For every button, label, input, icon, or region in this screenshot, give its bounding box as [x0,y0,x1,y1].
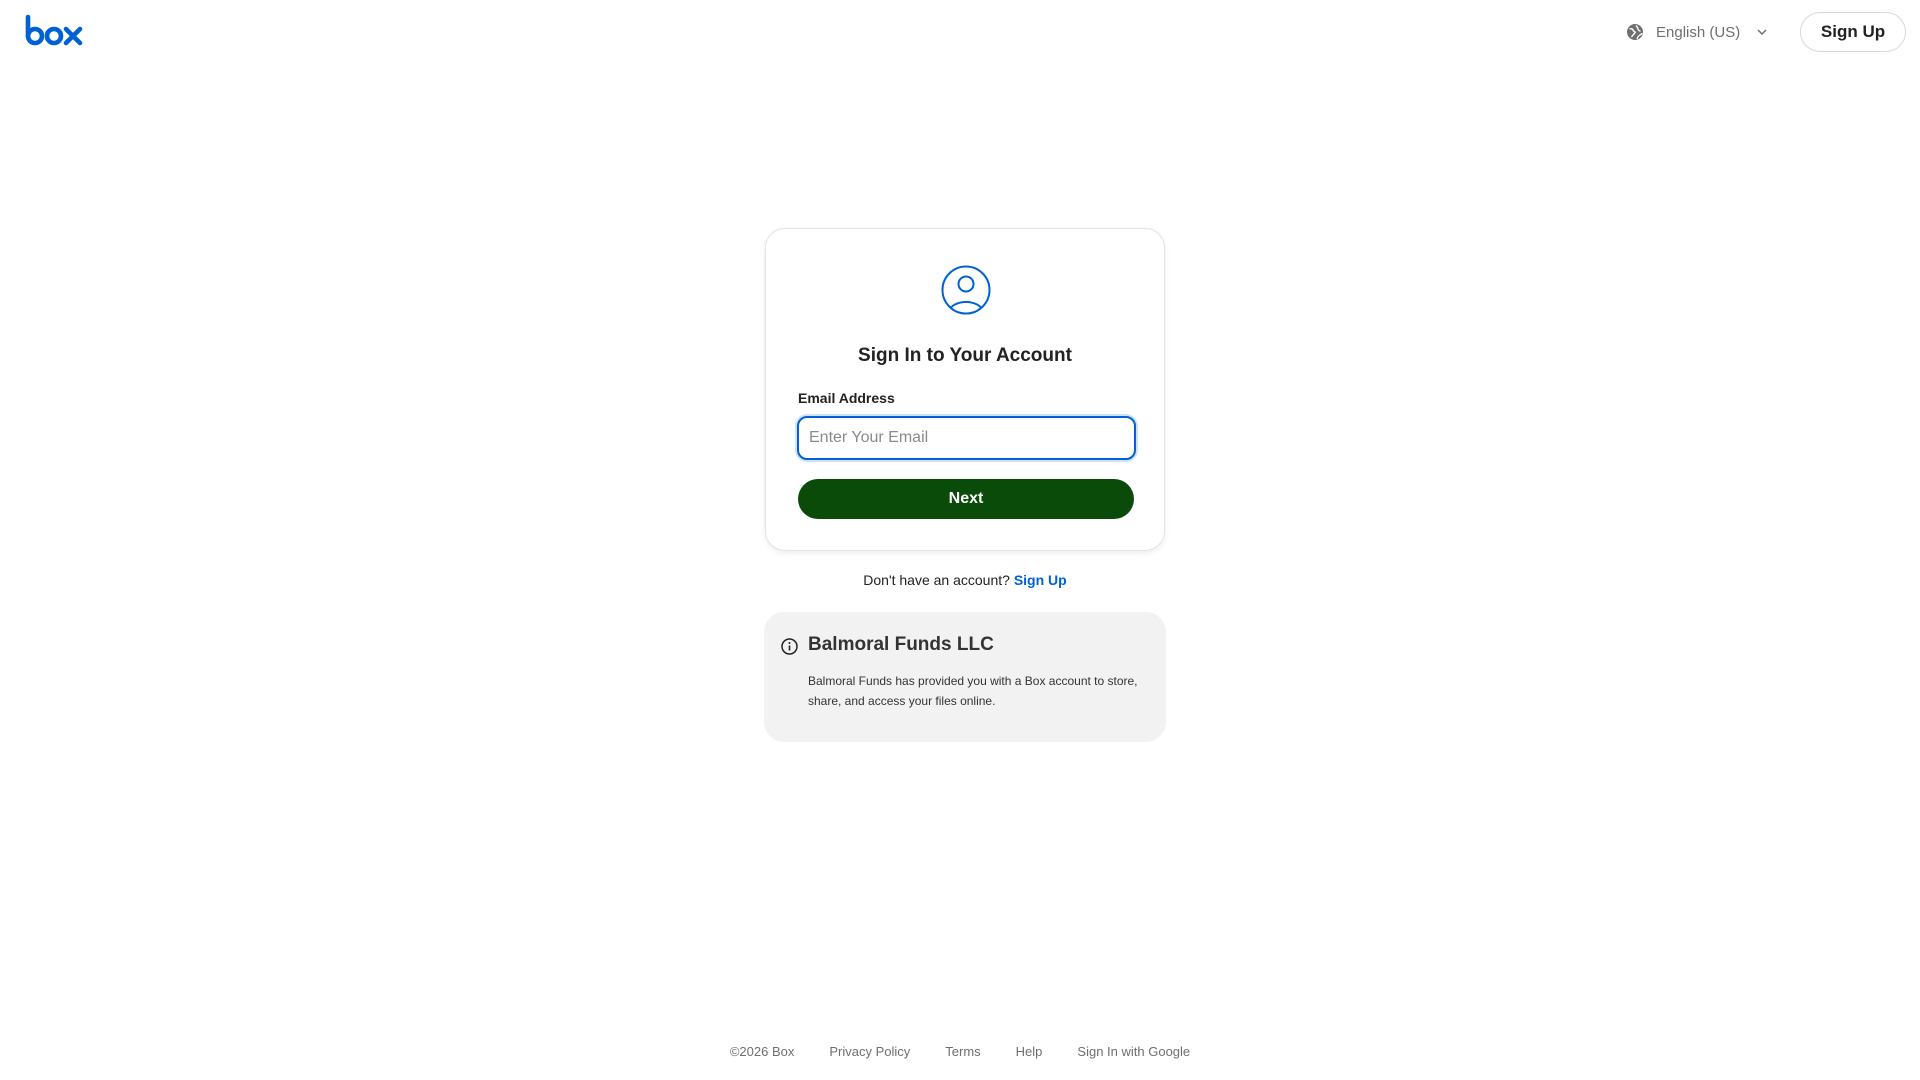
footer-terms-link[interactable]: Terms [945,1044,980,1059]
next-button[interactable]: Next [798,479,1134,519]
signup-prompt: Don't have an account? Sign Up [765,572,1165,588]
signin-card: Sign In to Your Account Email Address Ne… [765,228,1165,551]
box-logo[interactable] [25,14,85,50]
footer-google-signin-link[interactable]: Sign In with Google [1077,1044,1190,1059]
language-selector[interactable]: English (US) [1626,20,1768,44]
footer-copyright: ©2026 Box [729,1044,795,1059]
signup-prompt-text: Don't have an account? [863,572,1010,588]
chevron-down-icon [1757,29,1767,36]
user-avatar-icon [941,265,991,315]
email-label: Email Address [798,390,895,406]
top-header: English (US) Sign Up [0,0,1920,64]
globe-icon [1627,24,1643,40]
org-name: Balmoral Funds LLC [808,634,994,655]
signup-link[interactable]: Sign Up [1014,572,1067,588]
email-input[interactable] [797,416,1136,460]
footer: ©2026 Box Privacy Policy Terms Help Sign… [0,1044,1920,1059]
header-signup-button[interactable]: Sign Up [1800,12,1906,52]
org-description: Balmoral Funds has provided you with a B… [808,674,1138,708]
info-icon [781,638,798,655]
language-label: English (US) [1656,23,1741,41]
org-info-box: Balmoral Funds LLC Balmoral Funds has pr… [764,612,1166,742]
footer-privacy-link[interactable]: Privacy Policy [829,1044,910,1059]
footer-help-link[interactable]: Help [1016,1044,1043,1059]
signin-title: Sign In to Your Account [858,345,1072,366]
